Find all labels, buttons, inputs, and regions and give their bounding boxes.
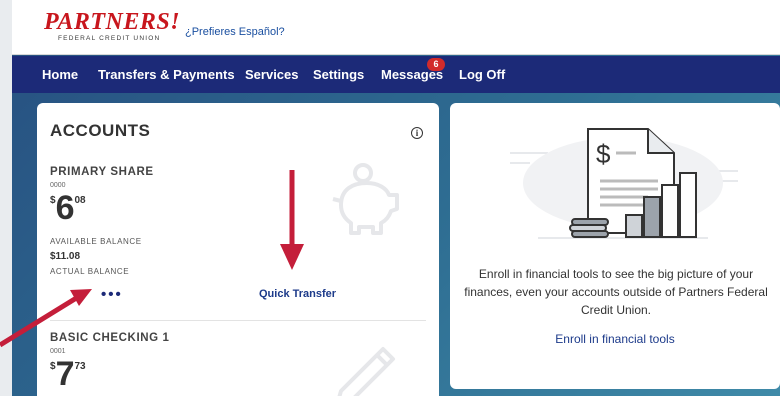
top-header: PARTNERS! FEDERAL CREDIT UNION ¿Prefiere… <box>12 0 780 55</box>
financial-tools-card: $ Enroll in financial tools to see the b… <box>450 103 780 389</box>
actual-balance-value: $11.08 <box>50 251 81 262</box>
primary-share-name[interactable]: PRIMARY SHARE <box>50 166 154 178</box>
piggy-bank-icon <box>332 163 399 235</box>
currency-symbol: $ <box>50 361 56 372</box>
nav-log-off[interactable]: Log Off <box>459 67 505 82</box>
enroll-financial-tools-link[interactable]: Enroll in financial tools <box>450 332 780 346</box>
main-nav: Home Transfers & Payments Services Setti… <box>12 56 780 93</box>
currency-symbol: $ <box>50 195 56 206</box>
accounts-title: ACCOUNTS <box>50 121 151 140</box>
nav-services[interactable]: Services <box>245 67 299 82</box>
messages-count-badge: 6 <box>427 58 445 71</box>
quick-transfer-link[interactable]: Quick Transfer <box>259 288 336 300</box>
page-background: PARTNERS! FEDERAL CREDIT UNION ¿Prefiere… <box>12 0 780 396</box>
pencil-icon <box>337 347 395 396</box>
primary-available-balance: $608 <box>50 191 86 225</box>
accounts-card: ACCOUNTS i PRIMARY SHARE 0000 $608 AVAIL… <box>37 103 439 396</box>
basic-checking-name[interactable]: BASIC CHECKING 1 <box>50 332 170 344</box>
language-toggle-link[interactable]: ¿Prefieres Español? <box>185 26 285 38</box>
nav-transfers-payments[interactable]: Transfers & Payments <box>98 67 235 82</box>
svg-text:$: $ <box>596 139 611 169</box>
checking-available-balance: $773 <box>50 357 86 391</box>
actual-balance-label: ACTUAL BALANCE <box>50 267 130 276</box>
available-balance-label: AVAILABLE BALANCE <box>50 237 142 246</box>
info-icon[interactable]: i <box>411 127 423 139</box>
logo-subtext: FEDERAL CREDIT UNION <box>58 35 161 42</box>
balance-cents: 73 <box>74 361 86 372</box>
primary-share-number: 0000 <box>50 182 66 189</box>
nav-settings[interactable]: Settings <box>313 67 364 82</box>
logo-wordmark: PARTNERS! <box>44 9 181 35</box>
basic-checking-number: 0001 <box>50 348 66 355</box>
financial-document-illustration: $ <box>510 128 738 239</box>
more-options-button[interactable]: ••• <box>101 286 123 303</box>
balance-cents: 08 <box>74 195 86 206</box>
balance-dollars: 6 <box>55 189 75 227</box>
account-divider <box>50 320 426 321</box>
balance-dollars: 7 <box>55 355 75 393</box>
partners-logo[interactable]: PARTNERS! FEDERAL CREDIT UNION <box>44 9 181 48</box>
nav-home[interactable]: Home <box>42 67 78 82</box>
financial-tools-description: Enroll in financial tools to see the big… <box>464 267 768 317</box>
window-frame <box>0 0 12 396</box>
